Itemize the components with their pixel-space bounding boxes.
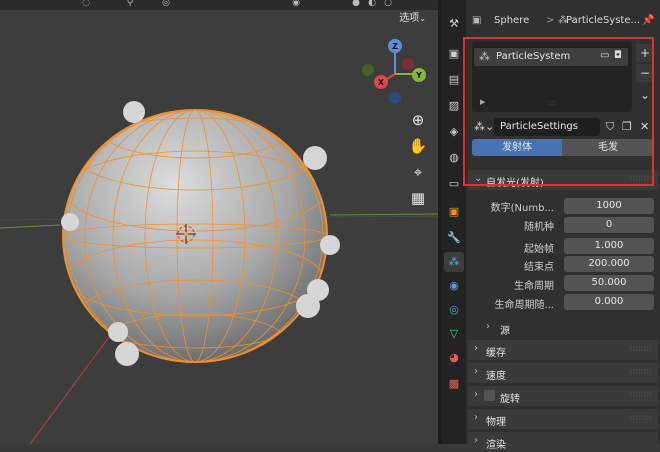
lifetime-random-field[interactable]: 0.000 <box>564 294 654 310</box>
field-label-frame-start: 起始帧 <box>524 244 554 255</box>
pin-icon[interactable]: 📌 <box>642 15 654 26</box>
frame-end-field[interactable]: 200.000 <box>564 256 654 272</box>
shading-solid-icon[interactable]: ● <box>350 0 362 8</box>
panel-grip-icon[interactable]: ∷∷∷∷ <box>630 345 652 353</box>
gizmo-x-label: X <box>378 78 385 87</box>
zoom-icon[interactable]: ⊕ <box>406 108 430 132</box>
pan-hand-icon[interactable]: ✋ <box>406 134 430 158</box>
x-axis-line <box>329 213 438 216</box>
chevron-right-icon: › <box>474 412 478 423</box>
gizmo-z-label: Z <box>392 42 398 51</box>
sphere-mesh <box>63 110 327 362</box>
gizmo-y-label: Y <box>415 71 422 80</box>
particle <box>108 322 128 342</box>
rotation-checkbox[interactable] <box>484 390 495 401</box>
camera-icon[interactable]: ⌖ <box>406 160 430 184</box>
viewport-header: ◌ ⚲ ◎ ◉ ● ◐ ○ <box>0 0 438 10</box>
constraints-tab-icon[interactable]: ◎ <box>444 300 464 320</box>
cache-panel-header[interactable]: › 缓存 ∷∷∷∷ <box>468 340 658 360</box>
object-icon: ▣ <box>472 15 482 26</box>
field-label-seed: 随机种 <box>524 222 554 233</box>
frame-start-field[interactable]: 1.000 <box>564 238 654 254</box>
view-layer-tab-icon[interactable]: ▨ <box>444 96 464 116</box>
lifetime-field[interactable]: 50.000 <box>564 275 654 291</box>
ortho-grid-icon[interactable]: ▦ <box>406 186 430 210</box>
options-label: 选项 <box>399 13 420 24</box>
velocity-panel-title: 速度 <box>486 371 506 382</box>
field-label-number: 数字(Numb... <box>490 203 554 214</box>
velocity-panel-header[interactable]: › 速度 ∷∷∷∷ <box>468 363 658 383</box>
rotation-panel-header[interactable]: › 旋转 ∷∷∷∷ <box>468 386 658 406</box>
tool-tab-icon[interactable]: ⚒ <box>444 14 464 34</box>
output-tab-icon[interactable]: ▤ <box>444 70 464 90</box>
snap-icon[interactable]: ⚲ <box>124 0 136 8</box>
emission-fields: 数字(Numb... 1000 随机种 0 起始帧 1.000 结束点 200.… <box>466 196 660 336</box>
overlay-icon[interactable]: ◉ <box>290 0 302 8</box>
field-label-lifetime-random: 生命周期随... <box>494 300 554 311</box>
x-axis-line-left <box>0 224 61 229</box>
shading-material-icon[interactable]: ◐ <box>366 0 378 8</box>
particles-tab-icon[interactable]: ⁂ <box>444 252 464 272</box>
texture-tab-icon[interactable]: ▩ <box>444 374 464 394</box>
breadcrumb-separator: > <box>546 15 555 26</box>
panel-grip-icon[interactable]: ∷∷∷∷ <box>630 414 652 422</box>
breadcrumb: ▣ Sphere > ⁂ ParticleSyste... 📌 <box>466 10 660 34</box>
rotation-panel-title: 旋转 <box>500 394 520 405</box>
particle <box>303 146 327 170</box>
annotation-highlight-box <box>463 37 654 186</box>
chevron-right-icon: › <box>486 321 490 332</box>
particle <box>123 101 145 123</box>
collection-tab-icon[interactable]: ▭ <box>444 174 464 194</box>
number-field[interactable]: 1000 <box>564 198 654 214</box>
shading-rendered-icon[interactable]: ○ <box>382 0 394 8</box>
chevron-right-icon: › <box>474 389 478 400</box>
render-panel-header[interactable]: › 渲染 <box>468 432 658 452</box>
navigation-gizmo: Z Y X <box>362 39 426 104</box>
field-label-lifetime: 生命周期 <box>514 281 554 292</box>
particle <box>296 294 320 318</box>
chevron-right-icon: › <box>474 343 478 354</box>
source-subpanel-header[interactable]: › 源 <box>482 320 658 337</box>
panel-grip-icon[interactable]: ∷∷∷∷ <box>630 391 652 399</box>
particle <box>115 342 139 366</box>
modifier-tab-icon[interactable]: 🔧 <box>444 228 464 248</box>
physics-tab-icon[interactable]: ◉ <box>444 276 464 296</box>
object-data-tab-icon[interactable]: ▽ <box>444 324 464 344</box>
breadcrumb-particle-system: ParticleSyste... <box>566 15 641 26</box>
panel-grip-icon[interactable]: ∷∷∷∷ <box>630 368 652 376</box>
chevron-right-icon: › <box>474 435 478 446</box>
cache-panel-title: 缓存 <box>486 348 506 359</box>
scene-tab-icon[interactable]: ◈ <box>444 122 464 142</box>
proportional-icon[interactable]: ◎ <box>160 0 172 8</box>
3d-viewport[interactable]: Z Y X ◌ ⚲ ◎ ◉ ● ◐ ○ 选项⌄ ⊕ ✋ ⌖ ▦ <box>0 0 438 444</box>
particle <box>61 213 79 231</box>
world-tab-icon[interactable]: ◍ <box>444 148 464 168</box>
source-subpanel-title: 源 <box>500 326 510 337</box>
viewport-canvas: Z Y X <box>0 39 438 444</box>
chevron-right-icon: › <box>474 366 478 377</box>
physics-panel-title: 物理 <box>486 417 506 428</box>
object-tab-icon[interactable]: ▣ <box>444 202 464 222</box>
particle <box>320 235 340 255</box>
options-button[interactable]: 选项⌄ <box>395 10 430 28</box>
field-label-frame-end: 结束点 <box>524 262 554 273</box>
material-tab-icon[interactable]: ◕ <box>444 348 464 368</box>
seed-field[interactable]: 0 <box>564 217 654 233</box>
render-tab-icon[interactable]: ▣ <box>444 44 464 64</box>
pivot-icon[interactable]: ◌ <box>80 0 92 8</box>
breadcrumb-object: Sphere <box>494 15 530 26</box>
physics-panel-header[interactable]: › 物理 ∷∷∷∷ <box>468 409 658 429</box>
